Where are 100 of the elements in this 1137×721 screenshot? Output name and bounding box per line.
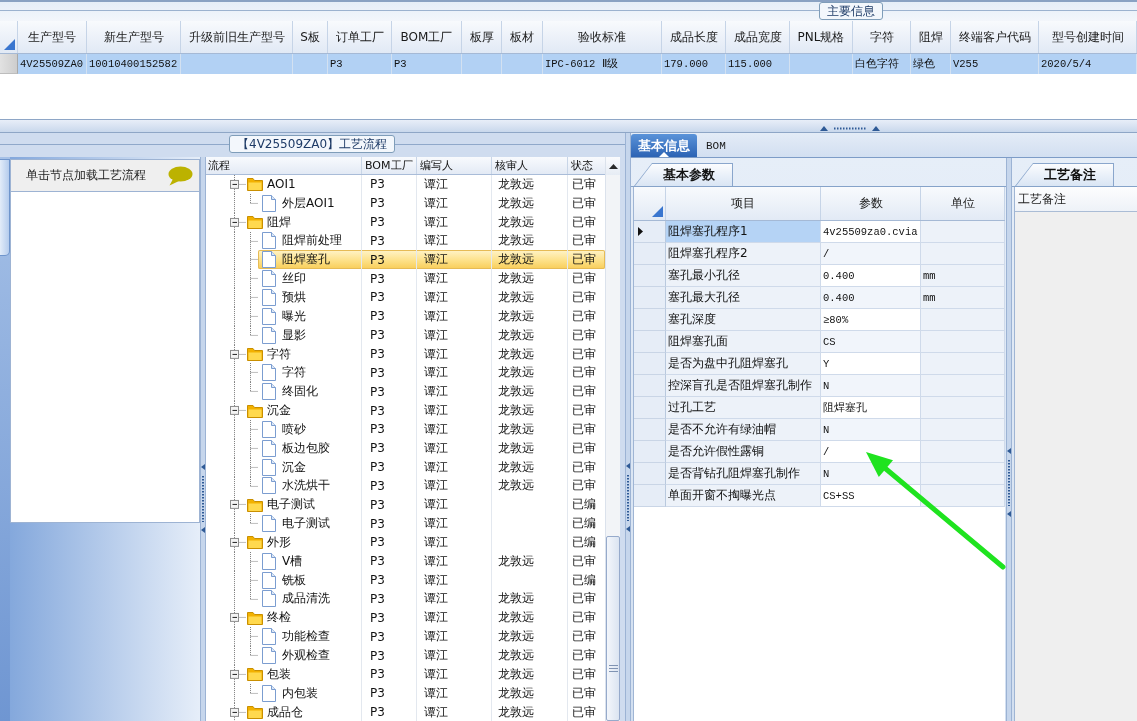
column-header[interactable]: 阻焊	[911, 21, 951, 53]
tree-row[interactable]: 预烘 P3 谭江 龙敦远 已审	[258, 288, 605, 307]
tree-cell: P3	[362, 250, 417, 270]
tree-row[interactable]: AOI1 P3 谭江 龙敦远 已审	[246, 175, 605, 194]
tree-row[interactable]: 终固化 P3 谭江 龙敦远 已审	[258, 382, 605, 402]
tree-cell: P3	[362, 627, 417, 647]
folder-icon	[247, 610, 263, 625]
collapse-toggle[interactable]	[230, 406, 239, 415]
tree-row[interactable]: 内包装 P3 谭江 龙敦远 已审	[258, 683, 605, 703]
tree-row[interactable]: 阻焊塞孔 P3 谭江 龙敦远 已审	[258, 250, 605, 270]
collapse-toggle[interactable]	[230, 707, 239, 717]
side-tab[interactable]	[0, 159, 10, 256]
tab[interactable]: 基本信息	[631, 134, 697, 157]
tree-cell: P3	[362, 175, 417, 194]
tab[interactable]: BOM	[697, 134, 735, 157]
column-header[interactable]: 验收标准	[543, 21, 662, 53]
column-header[interactable]: 状态	[568, 157, 605, 174]
column-header[interactable]: 板材	[502, 21, 543, 53]
collapse-toggle[interactable]	[230, 179, 239, 189]
node-label: 沉金	[282, 458, 306, 476]
scrollbar-thumb[interactable]	[606, 536, 620, 721]
row-indicator-icon	[638, 227, 643, 236]
tree-cell: 谭江	[417, 646, 492, 665]
column-header[interactable]: 字符	[853, 21, 911, 53]
tree-cell: 谭江	[417, 250, 492, 270]
tree-cell: 龙敦远	[492, 702, 568, 721]
collapse-toggle[interactable]	[230, 538, 239, 547]
scroll-up-button[interactable]	[606, 157, 620, 175]
column-header[interactable]: 型号创建时间	[1039, 21, 1137, 53]
column-header[interactable]: S板	[293, 21, 328, 53]
tree-row[interactable]: 终检 P3 谭江 龙敦远 已审	[246, 608, 605, 628]
column-header[interactable]: 流程	[206, 157, 362, 174]
tree-row[interactable]: 沉金 P3 谭江 龙敦远 已审	[258, 457, 605, 477]
tree-row[interactable]: 包装 P3 谭江 龙敦远 已审	[246, 664, 605, 684]
column-header[interactable]: 核审人	[492, 157, 568, 174]
tree-row[interactable]: 显影 P3 谭江 龙敦远 已审	[258, 325, 605, 345]
document-icon	[262, 458, 276, 476]
column-header[interactable]: 新生产型号	[87, 21, 181, 53]
up-arrow-icon	[608, 163, 618, 169]
column-header[interactable]: 终端客户代码	[951, 21, 1039, 53]
document-icon	[262, 590, 276, 608]
table-cell: ≥80%	[821, 309, 921, 331]
collapse-toggle[interactable]	[230, 669, 239, 679]
tree-row[interactable]: 沉金 P3 谭江 龙敦远 已审	[246, 401, 605, 420]
tree-cell: P3	[362, 608, 417, 628]
tree-row[interactable]: 字符 P3 谭江 龙敦远 已审	[246, 344, 605, 364]
tree-cell-text: 已审	[571, 307, 597, 325]
tree-row[interactable]: 字符 P3 谭江 龙敦远 已审	[258, 363, 605, 383]
tree-row[interactable]: 外形 P3 谭江 已编	[246, 533, 605, 552]
tab[interactable]: 工艺备注	[1015, 163, 1114, 186]
tree-row[interactable]: 电子测试 P3 谭江 已编	[246, 495, 605, 515]
splitter[interactable]	[0, 119, 1137, 133]
tree-row[interactable]: V槽 P3 谭江 龙敦远 已审	[258, 551, 605, 571]
tree-row[interactable]: 铣板 P3 谭江 已编	[258, 570, 605, 590]
tree-row[interactable]: 阻焊 P3 谭江 龙敦远 已审	[246, 212, 605, 232]
column-header[interactable]: 成品宽度	[726, 21, 790, 53]
document-icon	[262, 251, 276, 269]
scrollbar-track[interactable]	[605, 157, 620, 721]
node-label: 沉金	[267, 402, 291, 420]
column-header[interactable]: 工艺备注	[1015, 187, 1137, 212]
tree-row[interactable]: 喷砂 P3 谭江 龙敦远 已审	[258, 419, 605, 439]
tree-row[interactable]: 电子测试 P3 谭江 已编	[258, 514, 605, 534]
tree-row[interactable]: 板边包胶 P3 谭江 龙敦远 已审	[258, 438, 605, 458]
tree-cell-text: 已审	[571, 477, 597, 495]
tree-cell: 谭江	[417, 589, 492, 609]
document-icon	[262, 628, 276, 646]
column-header[interactable]: 参数	[821, 187, 921, 220]
column-header[interactable]: 板厚	[462, 21, 502, 53]
tree-row[interactable]: 成品仓 P3 谭江 龙敦远 已审	[246, 702, 605, 721]
tree-cell: 谭江	[417, 306, 492, 326]
tree-row[interactable]: 外观检查 P3 谭江 龙敦远 已审	[258, 646, 605, 665]
tree-cell-text: 已审	[571, 270, 597, 288]
column-header[interactable]: 升级前旧生产型号	[181, 21, 293, 53]
column-header[interactable]: 项目	[666, 187, 821, 220]
row-header[interactable]	[634, 221, 666, 243]
collapse-toggle[interactable]	[230, 217, 239, 227]
column-header[interactable]: 单位	[921, 187, 1005, 220]
column-header[interactable]: 生产型号	[18, 21, 87, 53]
tree-cell: P3	[362, 401, 417, 420]
column-header[interactable]: BOM工厂	[362, 157, 417, 174]
collapse-toggle[interactable]	[230, 349, 239, 359]
splitter[interactable]	[200, 157, 206, 721]
column-header[interactable]: PNL规格	[790, 21, 853, 53]
tree-row[interactable]: 丝印 P3 谭江 龙敦远 已审	[258, 269, 605, 289]
column-header[interactable]: 订单工厂	[328, 21, 392, 53]
collapse-toggle[interactable]	[230, 613, 239, 623]
splitter[interactable]	[1006, 158, 1012, 721]
tree-row[interactable]: 水洗烘干 P3 谭江 龙敦远 已审	[258, 476, 605, 496]
table-row[interactable]: 4V25509ZA0 10010400152582 P3 P3 IPC-6012 Ⅱ级 179.000 115.000 白色字符 绿色 V255 2020/5/4	[0, 54, 1137, 74]
tree-row[interactable]: 成品清洗 P3 谭江 龙敦远 已审	[258, 589, 605, 609]
tab[interactable]: 基本参数	[634, 163, 733, 186]
node-label: 内包装	[282, 684, 318, 702]
collapse-toggle[interactable]	[230, 500, 239, 510]
tree-row[interactable]: 功能检查 P3 谭江 龙敦远 已审	[258, 627, 605, 647]
column-header[interactable]: 编写人	[417, 157, 492, 174]
tree-cell-text: 已审	[571, 175, 597, 193]
column-header[interactable]: BOM工厂	[392, 21, 462, 53]
column-header[interactable]: 成品长度	[662, 21, 726, 53]
tree-row[interactable]: 外层AOI1 P3 谭江 龙敦远 已审	[258, 193, 605, 213]
tree-row[interactable]: 曝光 P3 谭江 龙敦远 已审	[258, 306, 605, 326]
